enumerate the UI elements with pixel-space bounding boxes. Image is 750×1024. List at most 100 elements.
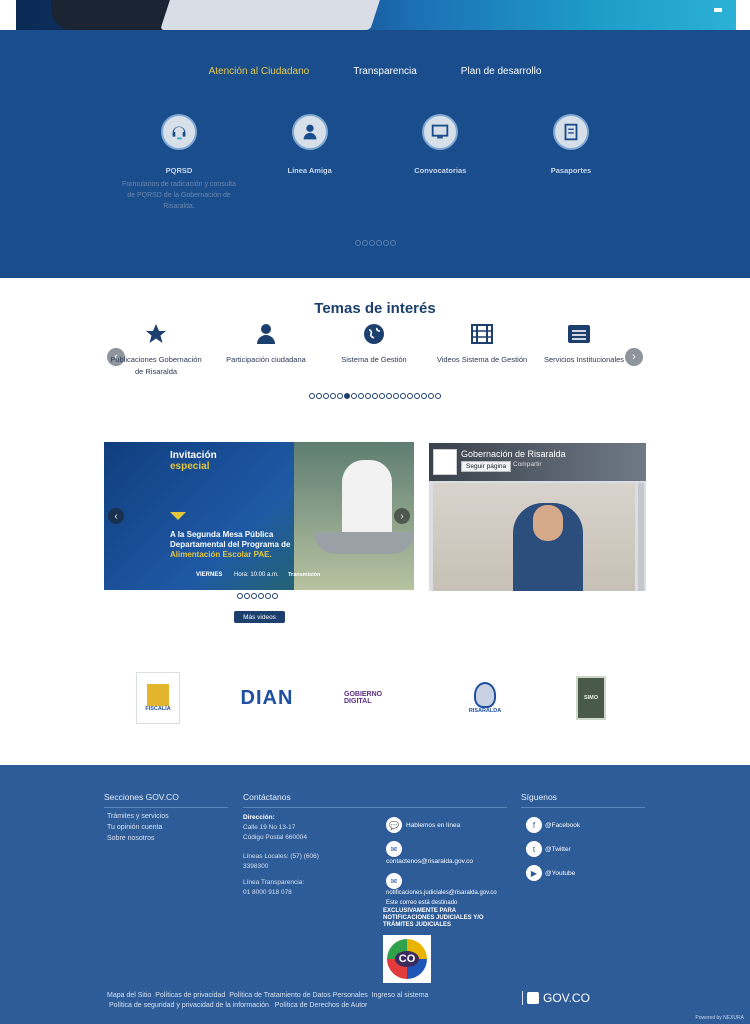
service-card-linea-amiga[interactable]: Línea Amiga	[245, 114, 375, 212]
facebook-follow-button[interactable]: Seguir página	[461, 461, 512, 472]
facebook-share-button[interactable]: Compartir	[513, 461, 542, 468]
slider-prev-button[interactable]: ‹	[108, 508, 124, 524]
carousel-dot[interactable]	[244, 593, 250, 599]
tema-label: Participación ciudadana	[226, 355, 306, 364]
carousel-dot[interactable]	[428, 393, 434, 399]
facebook-scrollbar[interactable]	[638, 483, 644, 591]
footer-siguenos-title: Síguenos	[521, 792, 557, 802]
more-videos-button[interactable]: Más videos	[234, 611, 285, 623]
logo-simo[interactable]: SIMO	[576, 676, 606, 720]
carousel-dot[interactable]	[382, 240, 389, 246]
chevron-right-icon: ›	[400, 510, 404, 522]
service-card-pasaportes[interactable]: Pasaportes	[506, 114, 636, 212]
carousel-dot[interactable]	[435, 393, 441, 399]
mail-icon: ✉	[386, 873, 402, 889]
logo-risaralda[interactable]: RISARALDA	[469, 676, 501, 720]
facebook-page-name[interactable]: Gobernación de Risaralda	[461, 449, 566, 459]
chat-link[interactable]: Hablemos en línea	[406, 822, 460, 829]
tab-transparencia[interactable]: Transparencia	[353, 66, 417, 77]
link-tratamiento-datos[interactable]: Política de Tratamiento de Datos Persona…	[229, 992, 368, 999]
carousel-dot[interactable]	[407, 393, 413, 399]
carousel-dot[interactable]	[358, 393, 364, 399]
video-slider[interactable]: Invitación especial A la Segunda Mesa Pú…	[104, 442, 414, 590]
footer-link-tramites[interactable]: Trámites y servicios	[107, 813, 169, 820]
slider-p1: A la	[170, 530, 187, 539]
footer-bottom-links-2: Política de seguridad y privacidad de la…	[109, 1002, 367, 1009]
address-label: Dirección:	[243, 814, 275, 821]
hero-mark	[714, 8, 722, 12]
tema-publicaciones[interactable]: Publicaciones Gobernación de Risaralda	[104, 322, 210, 378]
colombia-co-text: CO	[394, 951, 420, 967]
service-card-convocatorias[interactable]: Convocatorias	[375, 114, 505, 212]
carousel-dot[interactable]	[316, 393, 322, 399]
carousel-dot[interactable]	[368, 240, 375, 246]
govco-logo[interactable]: GOV.CO	[522, 991, 590, 1005]
slider-heading-2: especial	[170, 461, 210, 472]
social-twitter-link[interactable]: @Twitter	[545, 846, 571, 853]
logo-dian[interactable]: DIAN	[228, 680, 306, 716]
carousel-dot[interactable]	[251, 593, 257, 599]
govco-separator	[522, 991, 523, 1005]
footer-link-opinion[interactable]: Tu opinión cuenta	[107, 824, 162, 831]
carousel-dot[interactable]	[375, 240, 382, 246]
carousel-dot[interactable]	[323, 393, 329, 399]
partner-logos: FISCALÍA DIAN GOBIERNO DIGITAL RISARALDA…	[104, 672, 644, 724]
carousel-dot[interactable]	[365, 393, 371, 399]
carousel-dot[interactable]	[344, 393, 350, 399]
link-derechos-autor[interactable]: Política de Derechos de Autor	[275, 1002, 368, 1009]
tab-atencion-ciudadano[interactable]: Atención al Ciudadano	[209, 66, 310, 77]
link-mapa-sitio[interactable]: Mapa del Sitio	[107, 992, 151, 999]
tema-videos[interactable]: Videos Sistema de Gestión	[428, 322, 536, 366]
carousel-dot[interactable]	[372, 393, 378, 399]
carousel-dot[interactable]	[393, 393, 399, 399]
carousel-dot[interactable]	[354, 240, 361, 246]
social-facebook-link[interactable]: @Facebook	[545, 822, 580, 829]
logo-fiscalia-text: FISCALÍA	[145, 706, 171, 712]
youtube-icon[interactable]: ▶	[526, 865, 542, 881]
tema-sistema-gestion[interactable]: Sistema de Gestión	[320, 322, 428, 366]
link-politica-seguridad[interactable]: Política de seguridad y privacidad de la…	[109, 1002, 269, 1009]
email-notificaciones-link[interactable]: notificaciones.judiciales@risaralda.gov.…	[386, 890, 497, 896]
facebook-widget[interactable]: Gobernación de Risaralda Seguir página C…	[429, 443, 646, 591]
carousel-dot[interactable]	[386, 393, 392, 399]
slider-next-button[interactable]: ›	[394, 508, 410, 524]
facebook-icon[interactable]: f	[526, 817, 542, 833]
chat-icon[interactable]: 💬	[386, 817, 402, 833]
carousel-dot[interactable]	[237, 593, 243, 599]
carousel-dot[interactable]	[400, 393, 406, 399]
hero-banner	[16, 0, 736, 30]
carousel-dot[interactable]	[414, 393, 420, 399]
footer-address: Dirección: Calle 19 No 13-17 Código Post…	[243, 813, 307, 843]
carousel-dot[interactable]	[351, 393, 357, 399]
footer-link-sobre[interactable]: Sobre nosotros	[107, 835, 154, 842]
service-card-pqrsd[interactable]: PQRSD Formularios de radicación y consul…	[114, 114, 244, 212]
tema-servicios[interactable]: Servicios Institucionales	[536, 322, 644, 366]
twitter-icon[interactable]: t	[526, 841, 542, 857]
email-contacto-link[interactable]: contactenos@risaralda.gov.co	[386, 858, 473, 865]
carousel-dot[interactable]	[379, 393, 385, 399]
logo-fiscalia[interactable]: FISCALÍA	[136, 672, 180, 724]
carousel-dot[interactable]	[421, 393, 427, 399]
logo-simo-text: SIMO	[583, 695, 599, 701]
carousel-dot[interactable]	[361, 240, 368, 246]
tab-plan-desarrollo[interactable]: Plan de desarrollo	[461, 66, 542, 77]
carousel-dot[interactable]	[265, 593, 271, 599]
carousel-dot[interactable]	[309, 393, 315, 399]
lines-label: Líneas Locales: (57) (606)	[243, 853, 319, 860]
colombia-logo[interactable]: CO	[383, 935, 431, 983]
link-ingreso-sistema[interactable]: Ingreso al sistema	[372, 992, 429, 999]
carousel-dot[interactable]	[330, 393, 336, 399]
carousel-dot[interactable]	[389, 240, 396, 246]
services-carousel-dots	[0, 240, 750, 246]
globe-icon	[364, 324, 384, 344]
carousel-dot[interactable]	[258, 593, 264, 599]
service-title: Convocatorias	[414, 166, 467, 175]
social-youtube-link[interactable]: @Youtube	[545, 870, 575, 877]
tema-participacion[interactable]: Participación ciudadana	[212, 322, 320, 366]
carousel-dot[interactable]	[272, 593, 278, 599]
carousel-dot[interactable]	[337, 393, 343, 399]
slider-p1y: Alimentación Escolar PAE.	[170, 550, 272, 559]
link-politicas-privacidad[interactable]: Políticas de privacidad	[155, 992, 225, 999]
logo-gobierno-digital[interactable]: GOBIERNO DIGITAL	[344, 680, 408, 716]
slider-paragraph: A la Segunda Mesa Pública Departamental …	[170, 530, 310, 560]
